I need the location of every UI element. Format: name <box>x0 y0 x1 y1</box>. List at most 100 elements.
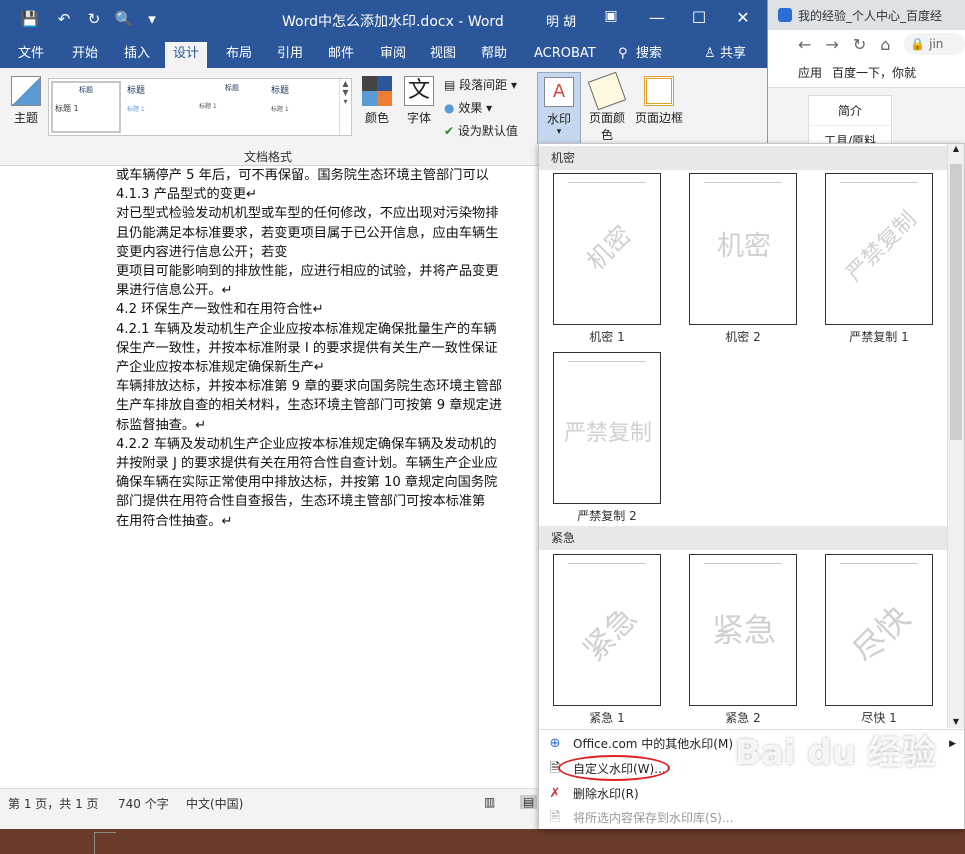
watermark-label: 尽快 1 <box>861 711 897 725</box>
watermark-thumb-donotcopy-1[interactable]: 严禁复制 <box>825 173 933 325</box>
theme-button[interactable]: 主题 <box>8 76 44 126</box>
document-line[interactable]: 确保车辆在实际正常使用中排放达标，并按第 10 章规定向国务院 <box>116 473 546 492</box>
print-layout-icon[interactable]: ▤ <box>520 795 538 809</box>
page-color-button[interactable]: 页面颜色 <box>584 71 630 143</box>
tab-mailings[interactable]: 邮件 <box>324 44 358 68</box>
menu-item-label: 删除水印(R) <box>573 787 639 801</box>
browser-tab[interactable]: 我的经验_个人中心_百度经 <box>768 0 965 30</box>
watermark-thumb-urgent-2[interactable]: 紧急 <box>689 554 797 706</box>
read-mode-icon[interactable]: ▥ <box>484 795 495 809</box>
set-default-label: 设为默认值 <box>457 124 518 138</box>
document-line[interactable]: 车辆排放达标，并按本标准第 9 章的要求向国务院生态环境主管部 <box>116 377 546 396</box>
watermark-label: 严禁复制 1 <box>849 330 909 344</box>
tab-insert[interactable]: 插入 <box>120 44 154 68</box>
style-set-gallery[interactable]: 标题 标题 1 标题 标题 1 标题 标题 1 标题 标题 1 ▲ ▼ ▾ <box>48 78 352 136</box>
language-status[interactable]: 中文(中国) <box>186 795 243 812</box>
set-default-button[interactable]: ✔ 设为默认值 <box>444 122 518 139</box>
document-line[interactable]: 生产车排放自查的相关材料，生态环境主管部门可按第 9 章规定进 <box>116 396 546 415</box>
home-icon[interactable]: ⌂ <box>880 35 890 54</box>
tab-layout[interactable]: 布局 <box>222 44 256 68</box>
colors-label: 颜色 <box>364 111 389 125</box>
style-set-default[interactable]: 标题 标题 1 <box>51 81 121 133</box>
paragraph-spacing-button[interactable]: ▤ 段落间距 ▾ <box>444 76 517 93</box>
page-border-label: 页面边框 <box>634 111 683 125</box>
page-border-button[interactable]: 页面边框 <box>634 76 684 126</box>
document-line[interactable]: 保生产一致性，并按本标准附录 I 的要求提供有关生产一致性保证 <box>116 339 546 358</box>
save-icon[interactable]: 💾 <box>20 10 40 28</box>
document-body[interactable]: 或车辆停产 5 年后，可不再保留。国务院生态环境主管部门可以 4.1.3 产品型式… <box>116 166 546 531</box>
watermark-preview-text: 机密 <box>717 231 771 262</box>
style-set-4[interactable]: 标题 标题 1 <box>269 81 339 133</box>
close-icon[interactable]: ✕ <box>732 8 754 27</box>
thumb-header-line <box>568 361 646 362</box>
tab-acrobat[interactable]: ACROBAT <box>530 44 600 68</box>
document-line[interactable]: 对已型式检验发动机机型或车型的任何修改，不应出现对污染物排 <box>116 204 546 223</box>
document-line[interactable]: 部门提供在用符合性自查报告，生态环境主管部门可按本标准第 <box>116 492 546 511</box>
tab-file[interactable]: 文件 <box>14 44 48 68</box>
bookmark-baidu[interactable]: 百度一下，你就 <box>832 64 916 81</box>
tab-share[interactable]: 共享 <box>716 44 750 68</box>
undo-icon[interactable]: ↶ <box>54 10 74 28</box>
watermark-thumb-confidential-2[interactable]: 机密 <box>689 173 797 325</box>
print-preview-icon[interactable]: 🔍 <box>114 10 134 28</box>
document-line[interactable]: 产企业应按本标准规定确保新生产↵ <box>116 358 546 377</box>
word-count[interactable]: 740 个字 <box>118 795 169 812</box>
style-set-head: 标题 <box>127 86 146 96</box>
document-line[interactable]: 且仍能满足本标准要求，若变更项目属于已公开信息，应由车辆生 <box>116 224 546 243</box>
watermark-thumb-asap-1[interactable]: 尽快 <box>825 554 933 706</box>
gallery-scroll-icon[interactable]: ▲ ▼ ▾ <box>339 79 351 135</box>
tab-design[interactable]: 设计 <box>165 42 208 68</box>
document-line[interactable]: 4.2.2 车辆及发动机生产企业应按本标准规定确保车辆及发动机的 <box>116 435 546 454</box>
user-name[interactable]: 明 胡 <box>546 11 576 30</box>
tab-help[interactable]: 帮助 <box>477 44 511 68</box>
document-line[interactable]: 更项目可能影响到的排放性能，应进行相应的试验，并将产品变更 <box>116 262 546 281</box>
bookmark-apps[interactable]: 应用 <box>798 64 822 81</box>
watermark-label: 严禁复制 2 <box>577 509 637 523</box>
remove-watermark-icon: ✗ <box>549 786 561 801</box>
document-line[interactable]: 4.2.1 车辆及发动机生产企业应按本标准规定确保批量生产的车辆 <box>116 320 546 339</box>
maximize-icon[interactable]: ☐ <box>688 8 710 27</box>
page-count[interactable]: 第 1 页，共 1 页 <box>8 795 99 812</box>
search-icon[interactable]: ⚲ <box>614 44 632 68</box>
colors-button[interactable]: 颜色 <box>360 76 394 126</box>
tab-references[interactable]: 引用 <box>273 44 307 68</box>
watermark-preview-text: 尽快 <box>845 598 918 671</box>
watermark-thumb-urgent-1[interactable]: 紧急 <box>553 554 661 706</box>
reload-icon[interactable]: ↻ <box>853 35 866 54</box>
document-line[interactable]: 标监督抽查。↵ <box>116 416 546 435</box>
watermark-thumb-confidential-1[interactable]: 机密 <box>553 173 661 325</box>
baidu-watermark-url: jingyan.baidu.com <box>770 792 890 807</box>
tab-view[interactable]: 视图 <box>426 44 460 68</box>
document-line[interactable]: 在用符合性抽查。↵ <box>116 512 546 531</box>
tab-review[interactable]: 审阅 <box>376 44 410 68</box>
ribbon-display-icon[interactable]: ▣ <box>600 8 622 24</box>
fonts-button[interactable]: 文 字体 <box>402 76 436 126</box>
thumb-header-line <box>568 563 646 564</box>
style-set-2[interactable]: 标题 标题 1 <box>125 81 195 133</box>
scroll-thumb[interactable] <box>950 164 962 440</box>
back-icon[interactable]: ← <box>798 35 811 54</box>
watermark-button[interactable]: A 水印 ▾ <box>537 72 581 144</box>
document-line[interactable]: 并按附录 J 的要求提供有关在用符合性自查计划。车辆生产企业应 <box>116 454 546 473</box>
address-bar[interactable]: 🔒 jin <box>904 33 965 55</box>
theme-label: 主题 <box>13 111 38 125</box>
forward-icon[interactable]: → <box>825 35 838 54</box>
document-line[interactable]: 4.1.3 产品型式的变更↵ <box>116 185 546 204</box>
document-line[interactable]: 果进行信息公开。↵ <box>116 281 546 300</box>
gallery-scrollbar[interactable]: ▲ ▼ <box>947 144 964 728</box>
tab-search[interactable]: 搜索 <box>632 44 666 68</box>
minimize-icon[interactable]: — <box>646 8 668 27</box>
ribbon-tabs: 文件 开始 插入 设计 布局 引用 邮件 审阅 视图 帮助 ACROBAT ⚲ … <box>0 40 767 68</box>
effects-button[interactable]: ● 效果 ▾ <box>444 99 492 116</box>
watermark-thumb-donotcopy-2[interactable]: 严禁复制 <box>553 352 661 504</box>
redo-icon[interactable]: ↻ <box>84 10 104 28</box>
scroll-up-icon[interactable]: ▲ <box>948 144 964 153</box>
document-line[interactable]: 变更内容进行信息公开；若变 <box>116 243 546 262</box>
document-line[interactable]: 4.2 环保生产一致性和在用符合性↵ <box>116 300 546 319</box>
document-line[interactable]: 或车辆停产 5 年后，可不再保留。国务院生态环境主管部门可以 <box>116 166 546 185</box>
style-set-3[interactable]: 标题 标题 1 <box>197 81 267 133</box>
tab-home[interactable]: 开始 <box>68 44 102 68</box>
qat-more-icon[interactable]: ▾ <box>142 10 162 28</box>
watermark-preview-text: 机密 <box>581 220 637 277</box>
sidebar-item-intro[interactable]: 简介 <box>809 96 891 126</box>
